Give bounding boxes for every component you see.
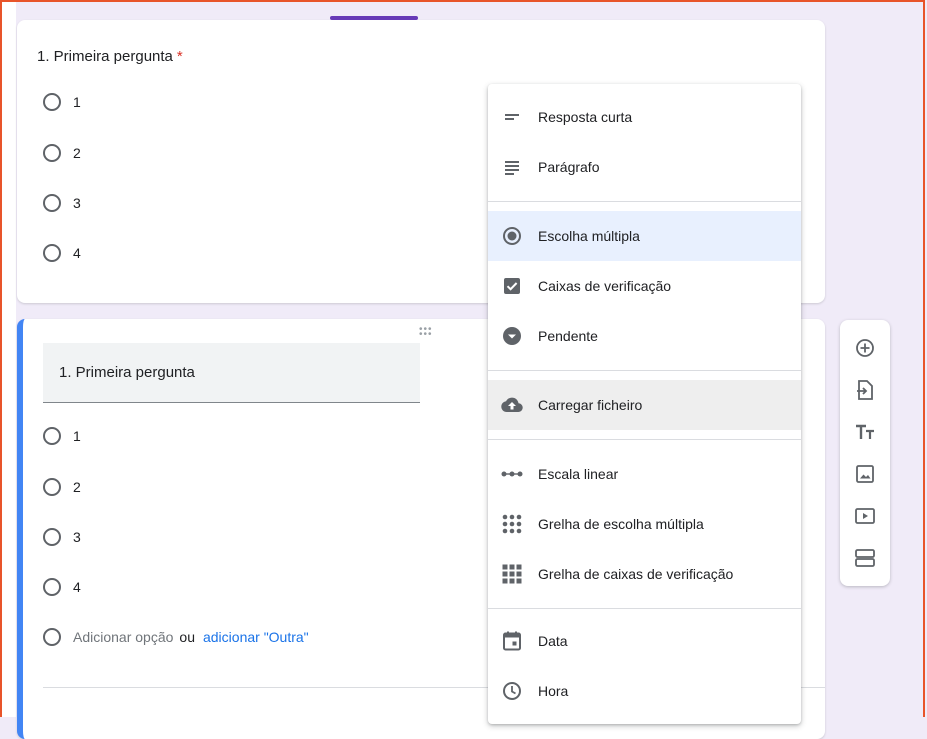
menu-item-short-answer[interactable]: Resposta curta [488, 92, 801, 142]
menu-divider [488, 608, 801, 609]
radio-button[interactable] [43, 244, 61, 262]
radio-button [43, 528, 61, 546]
option-label: 1 [73, 94, 81, 110]
clock-icon [500, 679, 524, 703]
menu-divider [488, 201, 801, 202]
option-row: 2 [43, 478, 81, 496]
cloud-upload-icon [500, 393, 524, 417]
question-type-menu: Resposta curta Parágrafo Escolha múltipl… [488, 84, 801, 724]
question-title-input[interactable]: 1. Primeira pergunta [43, 343, 420, 403]
short-answer-icon [500, 105, 524, 129]
radio-button [43, 578, 61, 596]
add-question-icon[interactable] [853, 336, 877, 360]
option-input[interactable]: 2 [73, 479, 81, 495]
option-input[interactable]: 4 [73, 579, 81, 595]
menu-item-label: Escolha múltipla [538, 228, 640, 244]
menu-item-label: Hora [538, 683, 569, 699]
option-row: 1 [43, 427, 81, 445]
menu-item-label: Caixas de verificação [538, 278, 672, 294]
add-title-icon[interactable] [853, 420, 877, 444]
question-title: 1. Primeira pergunta * [37, 48, 183, 65]
menu-item-label: Data [538, 633, 568, 649]
left-gutter [2, 2, 16, 717]
option-row: 1 [43, 93, 81, 111]
menu-item-label: Grelha de escolha múltipla [538, 516, 704, 532]
paragraph-icon [500, 155, 524, 179]
multiple-choice-grid-icon [500, 512, 524, 536]
add-option-input[interactable]: Adicionar opção [73, 629, 173, 645]
import-questions-icon[interactable] [853, 378, 877, 402]
or-text: ou [179, 629, 195, 645]
form-header-accent [330, 16, 418, 20]
add-other-link[interactable]: adicionar "Outra" [203, 629, 309, 645]
menu-item-label: Grelha de caixas de verificação [538, 566, 734, 582]
radio-button[interactable] [43, 194, 61, 212]
drag-handle-icon[interactable]: ••• ••• [419, 325, 433, 340]
calendar-icon [500, 629, 524, 653]
radio-button [43, 427, 61, 445]
dropdown-icon [500, 324, 524, 348]
menu-item-time[interactable]: Hora [488, 666, 801, 716]
radio-button [43, 478, 61, 496]
menu-item-date[interactable]: Data [488, 616, 801, 666]
radio-button[interactable] [43, 144, 61, 162]
option-row: 3 [43, 528, 81, 546]
option-label: 3 [73, 195, 81, 211]
radio-button[interactable] [43, 93, 61, 111]
option-row: 4 [43, 244, 81, 262]
menu-item-dropdown[interactable]: Pendente [488, 311, 801, 361]
add-image-icon[interactable] [853, 462, 877, 486]
menu-item-linear-scale[interactable]: Escala linear [488, 449, 801, 499]
option-label: 4 [73, 245, 81, 261]
option-row: 2 [43, 144, 81, 162]
menu-item-label: Escala linear [538, 466, 619, 482]
menu-item-checkboxes[interactable]: Caixas de verificação [488, 261, 801, 311]
menu-item-multiple-choice-grid[interactable]: Grelha de escolha múltipla [488, 499, 801, 549]
menu-item-checkbox-grid[interactable]: Grelha de caixas de verificação [488, 549, 801, 599]
option-input[interactable]: 3 [73, 529, 81, 545]
menu-item-paragraph[interactable]: Parágrafo [488, 142, 801, 192]
menu-divider [488, 439, 801, 440]
question-title-value: 1. Primeira pergunta [59, 364, 195, 381]
checkbox-grid-icon [500, 562, 524, 586]
add-section-icon[interactable] [853, 546, 877, 570]
radio-checked-icon [500, 224, 524, 248]
menu-item-multiple-choice[interactable]: Escolha múltipla [488, 211, 801, 261]
required-asterisk: * [176, 48, 183, 65]
radio-button [43, 628, 61, 646]
menu-item-label: Carregar ficheiro [538, 397, 643, 413]
add-video-icon[interactable] [853, 504, 877, 528]
option-label: 2 [73, 145, 81, 161]
checkbox-icon [500, 274, 524, 298]
question-title-text: 1. Primeira pergunta [37, 48, 173, 65]
option-input[interactable]: 1 [73, 428, 81, 444]
menu-divider [488, 370, 801, 371]
option-row: 4 [43, 578, 81, 596]
linear-scale-icon [500, 462, 524, 486]
menu-item-label: Pendente [538, 328, 598, 344]
floating-toolbar [840, 320, 890, 586]
add-option-row: Adicionar opção ou adicionar "Outra" [43, 628, 309, 646]
menu-item-label: Parágrafo [538, 159, 600, 175]
menu-item-file-upload[interactable]: Carregar ficheiro [488, 380, 801, 430]
menu-item-label: Resposta curta [538, 109, 633, 125]
option-row: 3 [43, 194, 81, 212]
